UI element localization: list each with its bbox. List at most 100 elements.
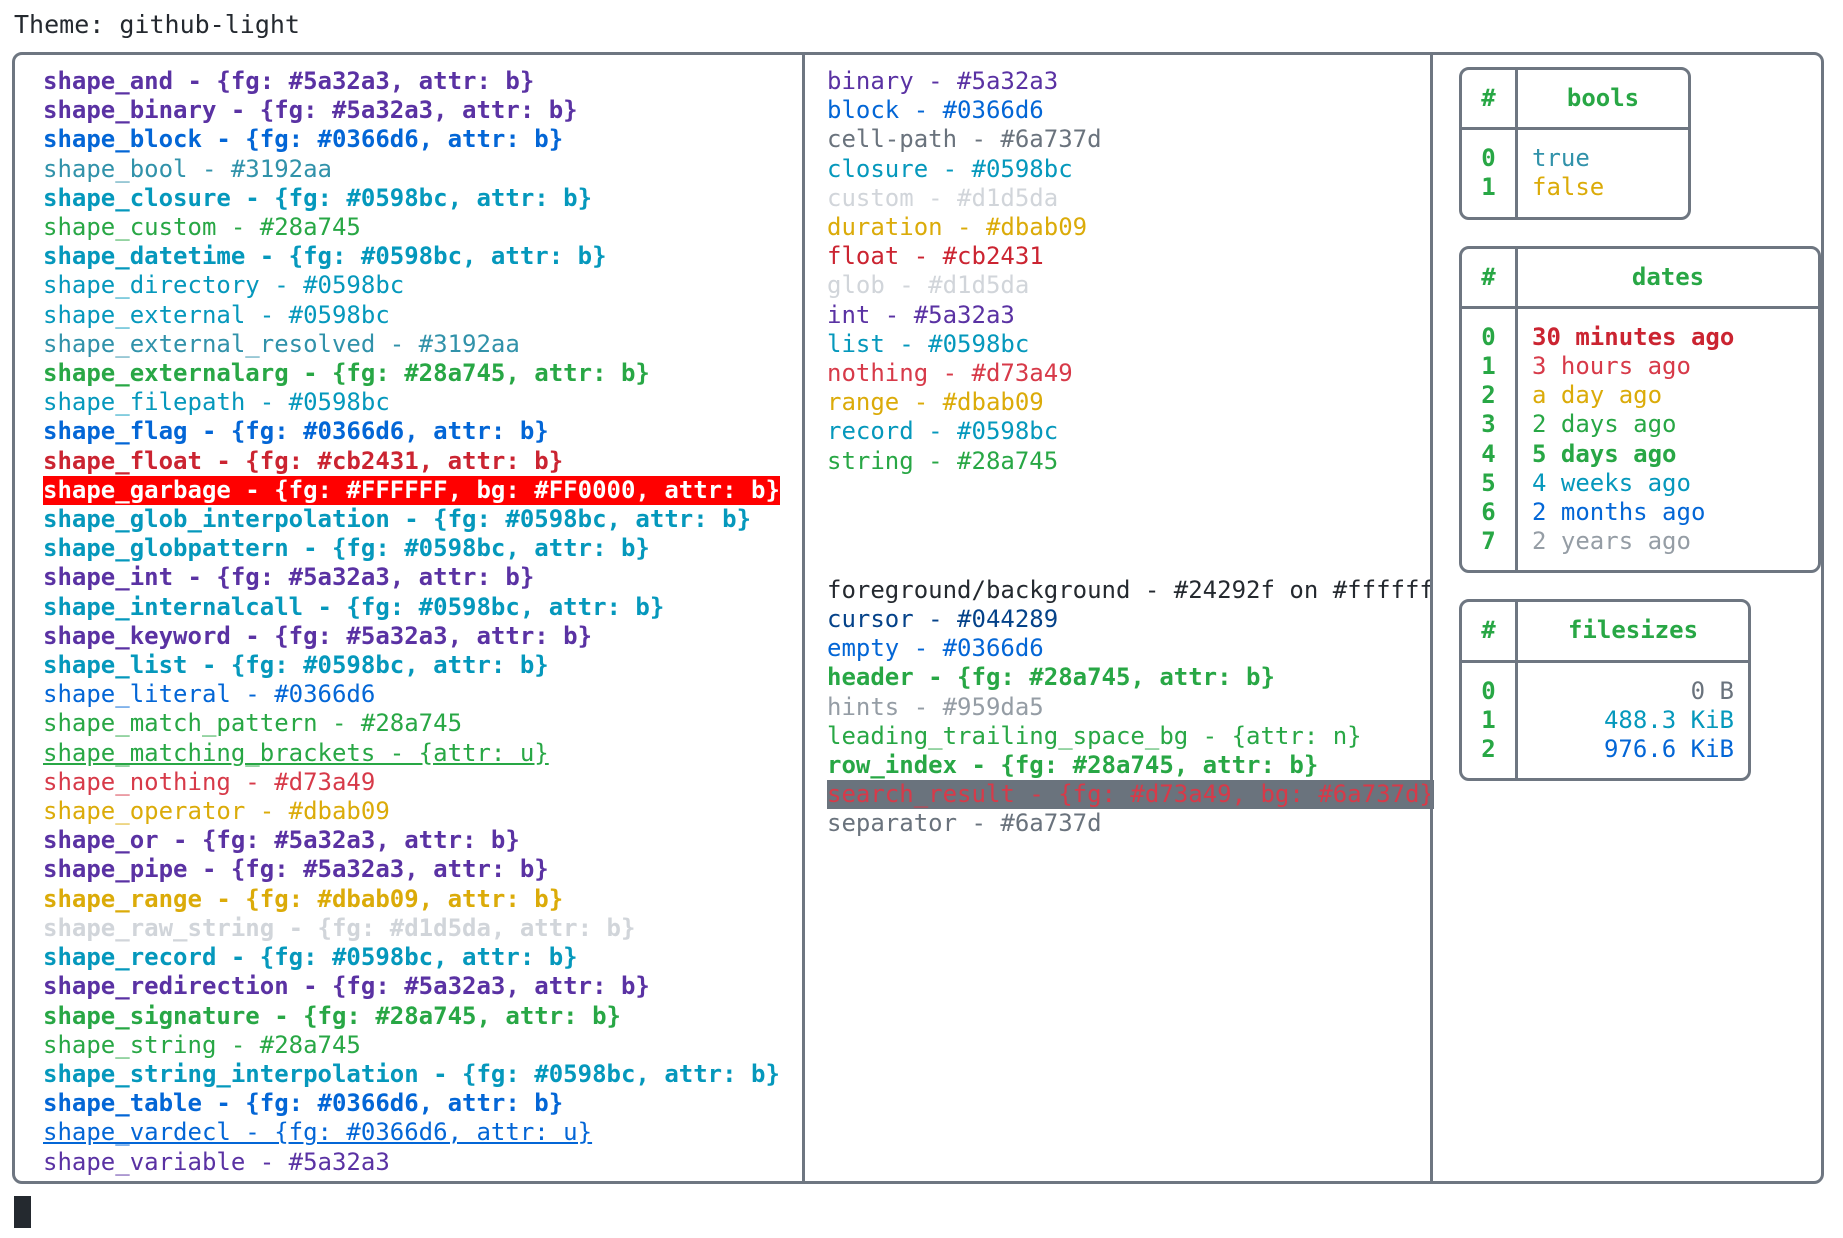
shape-line: shape_pipe - {fg: #5a32a3, attr: b} (43, 855, 802, 884)
column-header-value: dates (1631, 262, 1705, 291)
type-label: binary - #5a32a3 (827, 67, 1059, 95)
shape-line: shape_string_interpolation - {fg: #0598b… (43, 1060, 802, 1089)
table-row: 3 2 days ago (1462, 410, 1818, 440)
type-label: range - #dbab09 (827, 388, 1044, 417)
row-value: a day ago (1532, 381, 1663, 410)
row-index: 5 (1462, 468, 1518, 499)
ui-element-line: foreground/background - #24292f on #ffff… (827, 576, 1434, 605)
ui-element-label: header - {fg: #28a745, attr: b} (827, 663, 1275, 692)
ui-element-label: separator - #6a737d (827, 809, 1102, 838)
row-index: 0 (1462, 662, 1518, 706)
block-cursor (14, 1196, 31, 1228)
row-value: false (1532, 173, 1605, 202)
shape-label: shape_signature - {fg: #28a745, attr: b} (43, 1001, 621, 1030)
shape-line: shape_redirection - {fg: #5a32a3, attr: … (43, 972, 802, 1001)
shape-label: shape_string - #28a745 (43, 1030, 361, 1059)
shape-line: shape_signature - {fg: #28a745, attr: b} (43, 1002, 802, 1031)
shape-label: shape_match_pattern - #28a745 (43, 709, 463, 738)
table-header: # bools (1462, 70, 1688, 131)
shape-line: shape_string - #28a745 (43, 1031, 802, 1060)
shape-line: shape_list - {fg: #0598bc, attr: b} (43, 651, 802, 680)
theme-preview-frame: shape_and - {fg: #5a32a3, attr: b} shape_… (12, 52, 1824, 1184)
type-line: duration - #dbab09 (827, 213, 1430, 242)
shape-label: shape_datetime - {fg: #0598bc, attr: b} (43, 242, 607, 271)
table-header-row: # dates (1462, 248, 1818, 309)
shape-line: shape_directory - #0598bc (43, 271, 802, 300)
table-header: # filesizes (1462, 602, 1748, 663)
row-value: 3 hours ago (1532, 352, 1691, 381)
shape-label: shape_keyword - {fg: #5a32a3, attr: b} (43, 621, 593, 650)
row-value: 2 years ago (1532, 527, 1691, 556)
shape-label: shape_closure - {fg: #0598bc, attr: b} (43, 183, 593, 212)
shape-label: shape_custom - #28a745 (43, 213, 361, 242)
ui-element-label: foreground/background - #24292f on #ffff… (827, 575, 1434, 604)
ui-element-label: leading_trailing_space_bg - {attr: n} (827, 721, 1362, 750)
table-row: 1 488.3 KiB (1462, 705, 1748, 736)
shape-line: shape_record - {fg: #0598bc, attr: b} (43, 943, 802, 972)
shape-label: shape_vardecl - {fg: #0366d6, attr: u} (43, 1118, 593, 1147)
shape-label: shape_string_interpolation - {fg: #0598b… (43, 1059, 780, 1088)
shape-label: shape_raw_string - {fg: #d1d5da, attr: b… (43, 913, 636, 942)
table-row: 0 true (1462, 130, 1688, 174)
column-header-index: # (1462, 70, 1518, 128)
type-label: block - #0366d6 (827, 96, 1044, 125)
row-index: 3 (1462, 410, 1518, 440)
ui-element-label: row_index - {fg: #28a745, attr: b} (827, 751, 1319, 780)
type-line: float - #cb2431 (827, 242, 1430, 271)
type-label: list - #0598bc (827, 329, 1030, 358)
row-index: 1 (1462, 352, 1518, 382)
row-index: 2 (1462, 381, 1518, 411)
shape-label: shape_matching_brackets - {attr: u} (43, 738, 549, 767)
shape-line: shape_flag - {fg: #0366d6, attr: b} (43, 417, 802, 446)
shape-line: shape_operator - #dbab09 (43, 797, 802, 826)
ui-element-label: hints - #959da5 (827, 692, 1044, 721)
row-value: 2 days ago (1532, 410, 1677, 439)
shape-label: shape_flag - {fg: #0366d6, attr: b} (43, 417, 549, 446)
ui-element-label: empty - #0366d6 (827, 634, 1044, 663)
type-line: block - #0366d6 (827, 96, 1430, 125)
row-value: 4 weeks ago (1532, 468, 1691, 497)
type-label: string - #28a745 (827, 446, 1059, 475)
column-header-value: filesizes (1567, 616, 1699, 645)
theme-label: Theme: github-light (14, 10, 300, 39)
row-value: 0 B (1690, 676, 1734, 705)
type-line: cell-path - #6a737d (827, 125, 1430, 154)
shape-line: shape_table - {fg: #0366d6, attr: b} (43, 1089, 802, 1118)
type-line: nothing - #d73a49 (827, 359, 1430, 388)
ui-element-label: search_result - {fg: #d73a49, bg: #6a737… (827, 780, 1434, 810)
column-header-index: # (1462, 602, 1518, 660)
shape-label: shape_or - {fg: #5a32a3, attr: b} (43, 826, 520, 855)
shape-line: shape_bool - #3192aa (43, 155, 802, 184)
table-filesizes: # filesizes 0 0 B 1 488.3 KiB 2 976.6 KiB (1459, 599, 1751, 782)
shape-line: shape_variable - #5a32a3 (43, 1148, 802, 1177)
sample-tables-column: # bools 0 true 1 false # dates 0 30 minutes ago 1 3… (1430, 55, 1821, 1181)
type-label: duration - #dbab09 (827, 213, 1088, 242)
shape-label: shape_nothing - #d73a49 (43, 767, 376, 796)
type-label: closure - #0598bc (827, 154, 1073, 183)
shape-line: shape_external_resolved - #3192aa (43, 330, 802, 359)
shapes-column: shape_and - {fg: #5a32a3, attr: b} shape_… (15, 55, 802, 1181)
shape-label: shape_directory - #0598bc (43, 271, 405, 300)
type-line: custom - #d1d5da (827, 184, 1430, 213)
shape-line: shape_closure - {fg: #0598bc, attr: b} (43, 184, 802, 213)
ui-element-line: leading_trailing_space_bg - {attr: n} (827, 722, 1430, 751)
table-row: 2 976.6 KiB (1462, 735, 1748, 779)
shape-line: shape_range - {fg: #dbab09, attr: b} (43, 885, 802, 914)
column-header-value: bools (1566, 84, 1640, 112)
shape-label: shape_filepath - #0598bc (43, 388, 390, 417)
shape-label: shape_pipe - {fg: #5a32a3, attr: b} (43, 855, 549, 884)
ui-element-line: search_result - {fg: #d73a49, bg: #6a737… (827, 780, 1434, 810)
type-line: range - #dbab09 (827, 388, 1430, 417)
table-header-row: # bools (1462, 70, 1688, 131)
shape-label: shape_external - #0598bc (43, 300, 390, 329)
shape-line: shape_match_pattern - #28a745 (43, 709, 802, 738)
shape-label: shape_float - {fg: #cb2431, attr: b} (43, 446, 564, 475)
type-label: record - #0598bc (827, 417, 1059, 446)
ui-element-line: cursor - #044289 (827, 605, 1430, 634)
shape-label: shape_variable - #5a32a3 (43, 1147, 390, 1176)
table-bools: # bools 0 true 1 false (1459, 67, 1691, 220)
type-label: glob - #d1d5da (827, 271, 1030, 300)
row-index: 2 (1462, 735, 1518, 779)
shape-label: shape_external_resolved - #3192aa (43, 329, 520, 358)
shape-label: shape_bool - #3192aa (43, 154, 332, 183)
